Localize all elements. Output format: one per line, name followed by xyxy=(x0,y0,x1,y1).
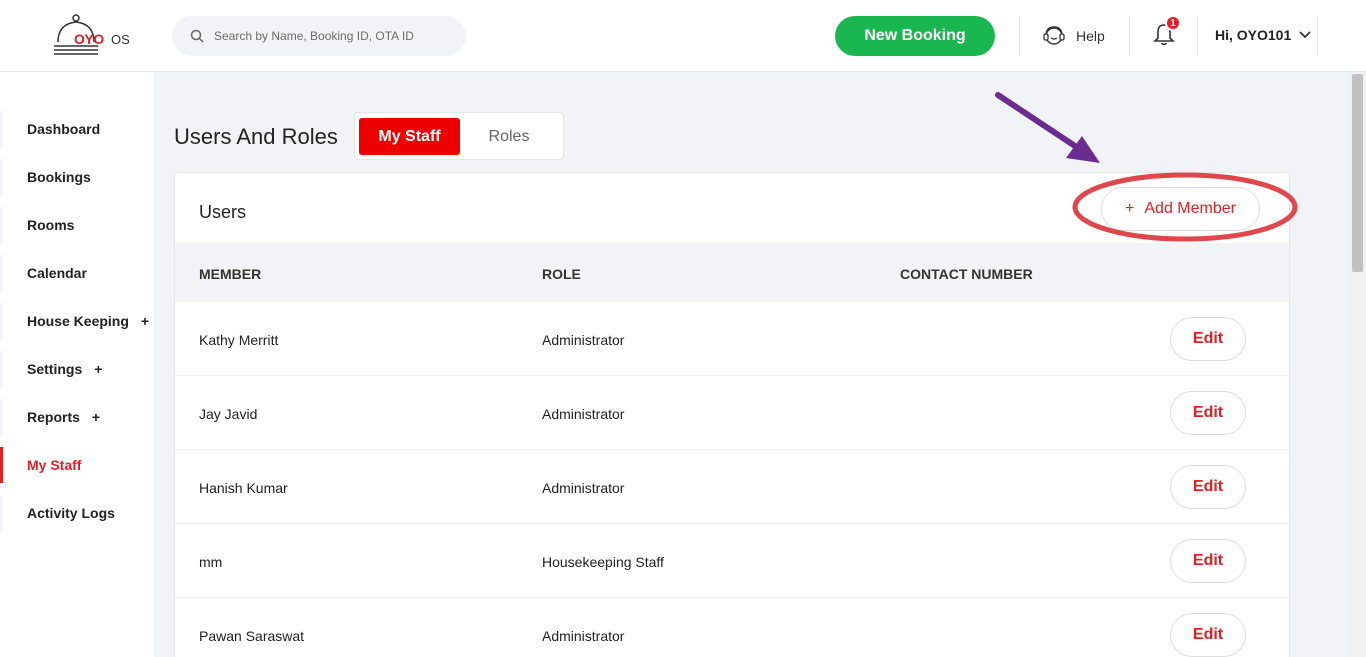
sidebar-item-reports[interactable]: Reports + xyxy=(0,399,154,435)
annotation-arrow-line xyxy=(995,92,1081,151)
scrollbar-thumb[interactable] xyxy=(1352,74,1363,272)
member-name: Kathy Merritt xyxy=(199,332,279,348)
expand-icon[interactable]: + xyxy=(141,313,149,329)
oyo-os-logo[interactable]: OYO OS xyxy=(52,14,132,58)
annotation-arrow-head xyxy=(1066,136,1100,163)
sidebar-item-label: Rooms xyxy=(27,217,75,233)
sidebar-item-activity-logs[interactable]: Activity Logs xyxy=(0,495,154,531)
edit-button[interactable]: Edit xyxy=(1170,317,1246,361)
edit-button[interactable]: Edit xyxy=(1170,391,1246,435)
sidebar-item-label: Reports xyxy=(27,409,80,425)
help-button[interactable]: Help xyxy=(1042,24,1105,48)
table-row: Hanish Kumar Administrator Edit xyxy=(175,450,1289,524)
sidebar-item-calendar[interactable]: Calendar xyxy=(0,255,154,291)
add-member-button[interactable]: + Add Member xyxy=(1101,187,1260,231)
edit-button[interactable]: Edit xyxy=(1170,613,1246,657)
search-bar[interactable] xyxy=(172,16,466,56)
expand-icon[interactable]: + xyxy=(92,409,100,425)
member-name: Pawan Saraswat xyxy=(199,628,305,644)
edit-button[interactable]: Edit xyxy=(1170,465,1246,509)
table-row: Pawan Saraswat Administrator Edit xyxy=(175,598,1289,657)
table-header: MEMBER ROLE CONTACT NUMBER xyxy=(175,243,1289,302)
tab-group: My Staff Roles xyxy=(354,112,564,160)
column-header-member: MEMBER xyxy=(199,266,262,282)
page-scrollbar[interactable] xyxy=(1349,72,1366,657)
header-divider xyxy=(1129,16,1130,56)
sidebar: Dashboard Bookings Rooms Calendar House … xyxy=(0,72,154,657)
member-role: Administrator xyxy=(542,628,625,644)
sidebar-item-house-keeping[interactable]: House Keeping + xyxy=(0,303,154,339)
sidebar-item-dashboard[interactable]: Dashboard xyxy=(0,111,154,147)
sidebar-item-label: Bookings xyxy=(27,169,91,185)
user-greeting: Hi, OYO101 xyxy=(1215,27,1292,43)
headset-icon xyxy=(1043,26,1065,45)
member-role: Housekeeping Staff xyxy=(542,554,664,570)
logo-text: OYO xyxy=(74,31,104,47)
page-title: Users And Roles xyxy=(174,124,338,149)
sidebar-item-label: Activity Logs xyxy=(27,505,115,521)
search-icon xyxy=(190,29,204,43)
member-role: Administrator xyxy=(542,406,625,422)
new-booking-button[interactable]: New Booking xyxy=(835,16,995,56)
card-title: Users xyxy=(199,202,247,222)
expand-icon[interactable]: + xyxy=(94,361,102,377)
sidebar-item-bookings[interactable]: Bookings xyxy=(0,159,154,195)
add-member-label: Add Member xyxy=(1144,200,1236,217)
logo-suffix: OS xyxy=(111,32,130,47)
sidebar-item-label: House Keeping xyxy=(27,313,129,329)
member-role: Administrator xyxy=(542,332,625,348)
table-row: Jay Javid Administrator Edit xyxy=(175,376,1289,450)
table-row: mm Housekeeping Staff Edit xyxy=(175,524,1289,598)
column-header-contact: CONTACT NUMBER xyxy=(900,266,1033,282)
sidebar-item-label: My Staff xyxy=(27,457,82,473)
member-name: mm xyxy=(199,554,223,570)
chevron-down-icon xyxy=(1299,31,1311,39)
sidebar-item-label: Dashboard xyxy=(27,121,101,137)
tab-roles[interactable]: Roles xyxy=(469,118,549,155)
sidebar-item-label: Calendar xyxy=(27,265,87,281)
plus-icon: + xyxy=(1125,200,1135,217)
user-menu[interactable]: Hi, OYO101 xyxy=(1215,27,1311,43)
column-header-role: ROLE xyxy=(542,266,581,282)
header-divider xyxy=(1019,16,1020,56)
top-header: OYO OS New Booking Help 1 Hi, OYO101 xyxy=(0,0,1366,72)
sidebar-item-settings[interactable]: Settings + xyxy=(0,351,154,387)
table-row: Kathy Merritt Administrator Edit xyxy=(175,302,1289,376)
edit-button[interactable]: Edit xyxy=(1170,539,1246,583)
header-divider xyxy=(1197,16,1198,56)
member-role: Administrator xyxy=(542,480,625,496)
sidebar-item-rooms[interactable]: Rooms xyxy=(0,207,154,243)
users-card: Users + Add Member MEMBER ROLE CONTACT N… xyxy=(174,172,1290,657)
notification-badge: 1 xyxy=(1165,15,1181,31)
help-label: Help xyxy=(1076,28,1105,44)
member-name: Hanish Kumar xyxy=(199,480,288,496)
sidebar-item-my-staff[interactable]: My Staff xyxy=(0,447,154,483)
sidebar-item-label: Settings xyxy=(27,361,83,377)
tab-my-staff[interactable]: My Staff xyxy=(359,118,460,155)
header-divider xyxy=(1317,16,1318,56)
search-input[interactable] xyxy=(214,29,454,43)
member-name: Jay Javid xyxy=(199,406,258,422)
